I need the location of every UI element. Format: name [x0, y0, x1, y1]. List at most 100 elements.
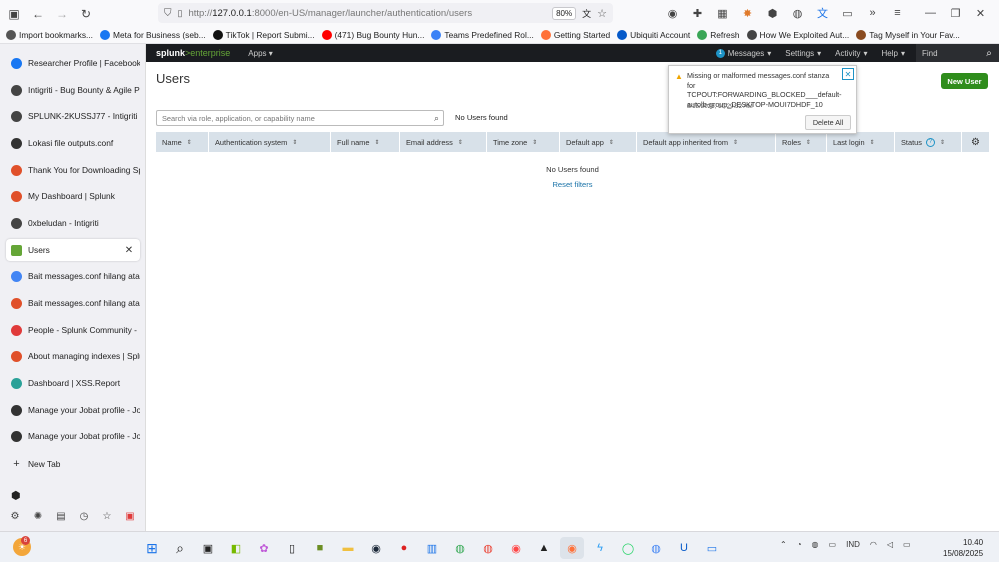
keyboard-icon[interactable]: ▭	[829, 540, 837, 549]
column-header[interactable]: Authentication system ⇕	[209, 132, 331, 152]
minecraft-icon[interactable]: ■	[308, 537, 332, 559]
column-header[interactable]: Last login ⇕	[827, 132, 895, 152]
column-header[interactable]: Name ⇕	[156, 132, 209, 152]
sidebar-tab[interactable]: Lokasi file outputs.conf	[6, 132, 140, 154]
sidebar-tab[interactable]: People - Splunk Community -	[6, 319, 140, 341]
sidebar-tab[interactable]: Thank You for Downloading Sp	[6, 159, 140, 181]
chrome-icon[interactable]: ◍	[476, 537, 500, 559]
translate-icon[interactable]: 文	[582, 7, 591, 20]
whatsapp-icon[interactable]: ◯	[616, 537, 640, 559]
column-header[interactable]: Email address ⇕	[400, 132, 487, 152]
sidebar-tab[interactable]: Bait messages.conf hilang atau	[6, 292, 140, 314]
menu-icon[interactable]: ≡	[887, 4, 908, 22]
bookmarks-icon[interactable]: ☆	[100, 509, 114, 523]
overflow-icon[interactable]: »	[862, 4, 883, 22]
star-icon[interactable]: ☆	[597, 7, 607, 20]
sidebar-tab[interactable]: 0xbeludan - Intigriti	[6, 212, 140, 234]
network-status-icon[interactable]: ◔	[797, 540, 802, 549]
bookmark-item[interactable]: Getting Started	[540, 30, 610, 40]
reader-icon[interactable]: ▭	[837, 4, 858, 22]
close-window-icon[interactable]: ✕	[970, 4, 991, 22]
delete-all-button[interactable]: Delete All	[805, 115, 851, 130]
apps-menu[interactable]: Apps ▾	[248, 49, 272, 58]
help-icon[interactable]: ?	[925, 137, 935, 147]
bookmark-item[interactable]: Meta for Business (seb...	[100, 30, 206, 40]
synced-tabs-icon[interactable]: ▤	[54, 509, 68, 523]
sidebar-toggle-icon[interactable]: ▣	[4, 4, 24, 24]
column-header[interactable]: Status? ⇕	[895, 132, 962, 152]
nvidia-icon[interactable]: ◧	[224, 537, 248, 559]
game-icon[interactable]: ▲	[532, 537, 556, 559]
sidebar-tab[interactable]: Users ✕	[6, 239, 140, 261]
minimize-icon[interactable]: —	[920, 4, 941, 22]
bookmark-item[interactable]: Tag Myself in Your Fav...	[856, 30, 960, 40]
file-explorer-icon[interactable]: ▬	[336, 537, 360, 559]
notepad-icon[interactable]: ▯	[280, 537, 304, 559]
tray-app-icon[interactable]: ◍	[812, 540, 819, 549]
url-text[interactable]: http://127.0.0.1:8000/en-US/manager/laun…	[188, 8, 546, 19]
address-bar[interactable]: ⛉ ▯ http://127.0.0.1:8000/en-US/manager/…	[158, 3, 613, 23]
u-app-icon[interactable]: U	[672, 537, 696, 559]
translate-extension-icon[interactable]: 文	[812, 4, 833, 22]
sidebar-tab[interactable]: Manage your Jobat profile - Jo	[6, 425, 140, 447]
zoom-level[interactable]: 80%	[552, 6, 577, 20]
grid-icon[interactable]: ▦	[712, 4, 733, 22]
new-tab-button[interactable]: + New Tab	[6, 453, 140, 475]
sidebar-tab[interactable]: Researcher Profile | Facebook	[6, 52, 140, 74]
settings-menu[interactable]: Settings ▾	[778, 49, 828, 58]
globe-icon[interactable]: ◍	[787, 4, 808, 22]
bookmark-item[interactable]: Refresh	[697, 30, 740, 40]
wifi-icon[interactable]: ◠	[870, 540, 877, 549]
copilot-icon[interactable]: ✿	[252, 537, 276, 559]
extensions-icon[interactable]: ✚	[687, 4, 708, 22]
page-info-icon[interactable]: ▯	[178, 8, 183, 19]
ai-chat-icon[interactable]: ✺	[31, 509, 45, 523]
table-settings-icon[interactable]: ⚙	[962, 132, 989, 152]
reload-button[interactable]: ↻	[76, 4, 96, 24]
sidebar-tab[interactable]: Bait messages.conf hilang atau	[6, 265, 140, 287]
back-button[interactable]: ←	[28, 4, 48, 24]
close-tab-icon[interactable]: ✕	[124, 245, 134, 256]
hex-extension-icon[interactable]: ⬢	[762, 4, 783, 22]
history-icon[interactable]: ◷	[77, 509, 91, 523]
sidebar-tab[interactable]: Manage your Jobat profile - Jo	[6, 399, 140, 421]
help-menu[interactable]: Help ▾	[875, 49, 912, 58]
bookmark-item[interactable]: Import bookmarks...	[6, 30, 93, 40]
ea-icon[interactable]: ◉	[504, 537, 528, 559]
record-icon[interactable]: ●	[392, 537, 416, 559]
bookmark-item[interactable]: How We Exploited Aut...	[746, 30, 849, 40]
sidebar-tab[interactable]: My Dashboard | Splunk	[6, 185, 140, 207]
windows-start-icon[interactable]: ⊞	[140, 537, 164, 559]
firefox-icon[interactable]: ◉	[560, 537, 584, 559]
store-icon[interactable]: ▥	[420, 537, 444, 559]
column-header[interactable]: Roles ⇕	[776, 132, 827, 152]
activity-menu[interactable]: Activity ▾	[828, 49, 874, 58]
remote-desktop-icon[interactable]: ▭	[700, 537, 724, 559]
sidebar-tab[interactable]: Dashboard | XSS.Report	[6, 372, 140, 394]
bolt-app-icon[interactable]: ϟ	[588, 537, 612, 559]
pocket-icon[interactable]: ▣	[123, 509, 137, 523]
reset-filters-link[interactable]: Reset filters	[146, 180, 999, 189]
user-search-input[interactable]: Search via role, application, or capabil…	[156, 110, 444, 126]
messages-menu[interactable]: 1 Messages ▾	[709, 48, 778, 58]
sidebar-extension-icon[interactable]: ⬢	[11, 489, 21, 502]
bookmark-item[interactable]: TikTok | Report Submi...	[212, 30, 315, 40]
column-header[interactable]: Full name ⇕	[331, 132, 400, 152]
sidebar-tab[interactable]: About managing indexes | Splu	[6, 345, 140, 367]
bookmark-item[interactable]: Ubiquiti Account	[617, 30, 690, 40]
volume-icon[interactable]: ◁	[887, 540, 893, 549]
forward-button[interactable]: →	[52, 4, 72, 24]
chrome-profile-icon[interactable]: ◍	[448, 537, 472, 559]
chrome-alt-icon[interactable]: ◍	[644, 537, 668, 559]
fox-extension-icon[interactable]: ✸	[737, 4, 758, 22]
new-user-button[interactable]: New User	[941, 73, 988, 89]
battery-icon[interactable]: ▭	[903, 540, 911, 549]
chevron-up-icon[interactable]: ⌃	[780, 540, 787, 549]
shield-icon[interactable]: ⛉	[164, 8, 172, 19]
account-icon[interactable]: ◉	[662, 4, 683, 22]
bookmark-item[interactable]: Teams Predefined Rol...	[431, 30, 534, 40]
search-icon[interactable]: ⌕	[979, 44, 999, 62]
find-input[interactable]: Find	[916, 44, 979, 62]
clock[interactable]: 10.40 15/08/2025	[943, 537, 983, 559]
language-indicator[interactable]: IND	[846, 540, 860, 549]
